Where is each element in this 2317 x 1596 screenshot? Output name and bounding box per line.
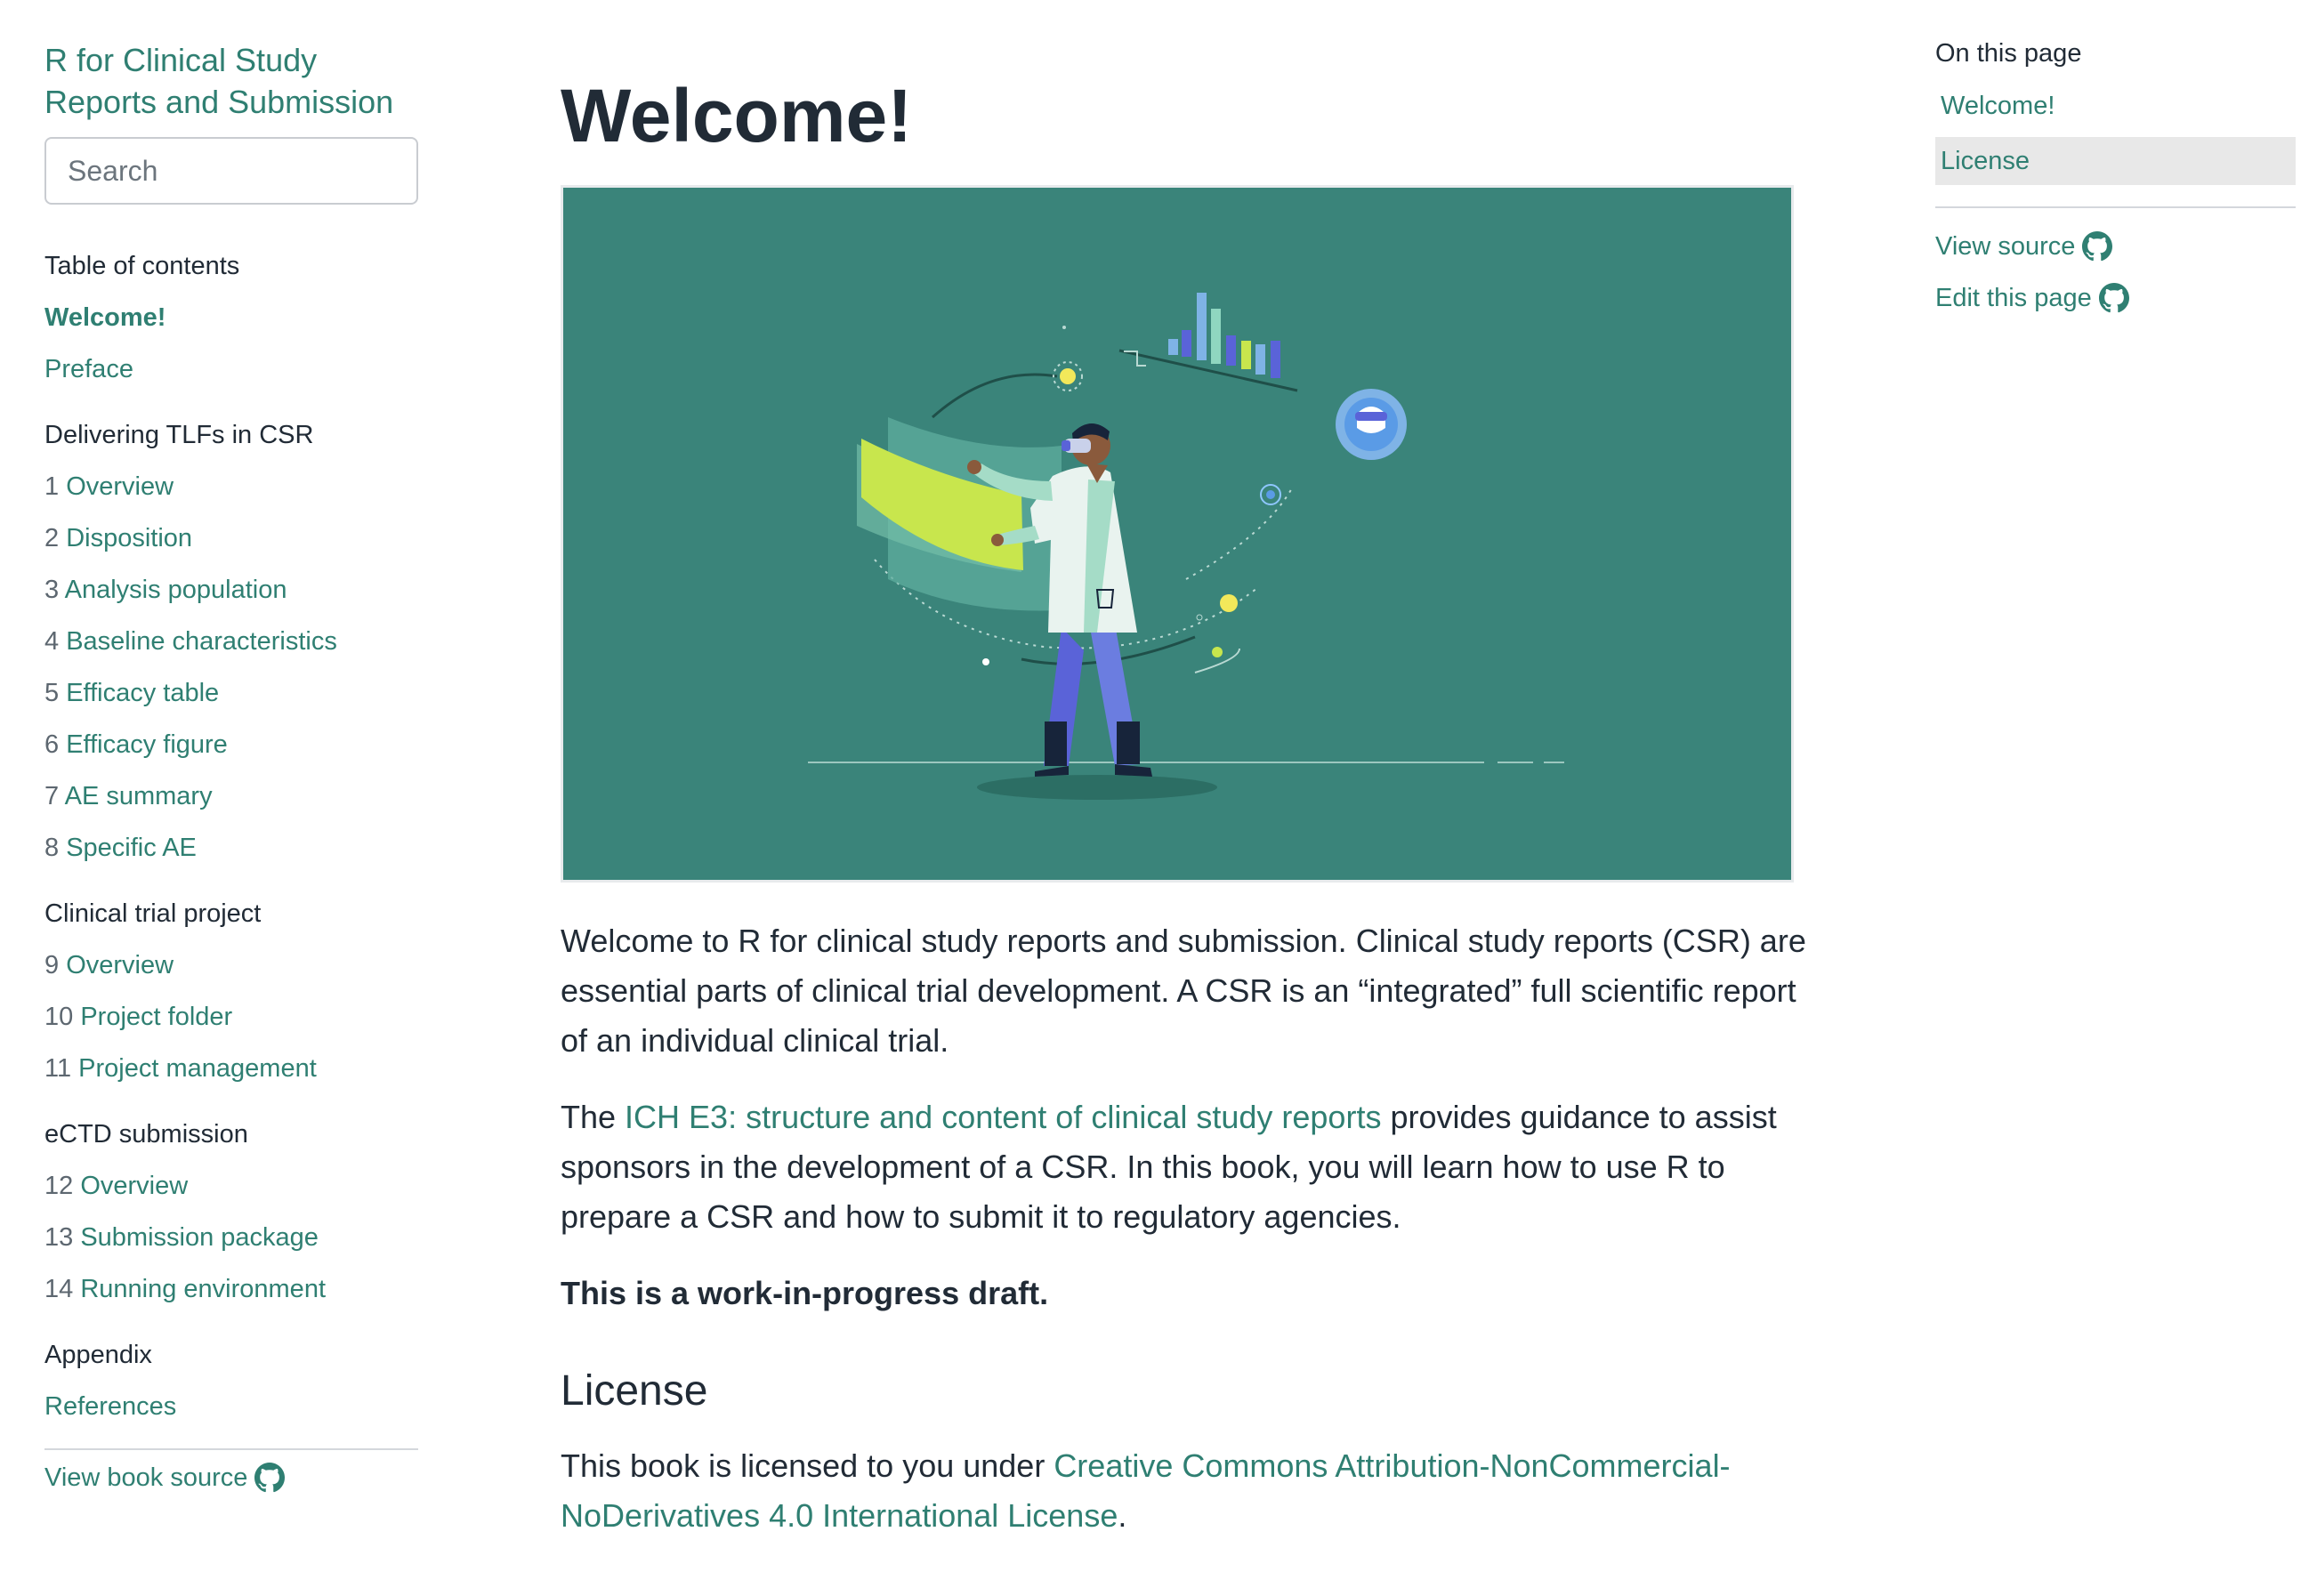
chapter-label: Efficacy table — [66, 679, 220, 707]
github-icon — [254, 1463, 286, 1493]
chapter-label: Specific AE — [66, 834, 197, 862]
toc-item-chapter-3[interactable]: 3 Analysis population — [44, 564, 418, 616]
on-this-page-divider — [1935, 206, 2296, 208]
toc-item-chapter-12[interactable]: 12 Overview — [44, 1160, 418, 1212]
toc-part-heading: Appendix — [44, 1341, 152, 1369]
chapter-label: Project management — [78, 1054, 317, 1083]
chapter-label: Analysis population — [64, 576, 287, 604]
toc-item-chapter-13[interactable]: 13 Submission package — [44, 1212, 418, 1263]
page-title: Welcome! — [561, 74, 913, 157]
edit-page-link[interactable]: Edit this page — [1935, 272, 2296, 324]
toc-item-chapter-14[interactable]: 14 Running environment — [44, 1263, 418, 1315]
chapter-number: 11 — [44, 1054, 72, 1083]
hero-illustration — [561, 185, 1794, 883]
ich-text-before: The — [561, 1099, 626, 1135]
chapter-number: 6 — [44, 730, 60, 759]
on-this-page: On this page Welcome! License View sourc… — [1935, 32, 2296, 324]
toc-item-chapter-1[interactable]: 1 Overview — [44, 461, 418, 512]
book-title-link[interactable]: R for Clinical Study Reports and Submiss… — [44, 39, 418, 123]
toc-heading: Table of contents — [44, 252, 240, 280]
license-heading: License — [561, 1367, 708, 1415]
chapter-number: 8 — [44, 834, 60, 862]
chapter-label: Baseline characteristics — [66, 627, 337, 656]
sidebar-divider — [44, 1448, 418, 1450]
toc-item-welcome[interactable]: Welcome! — [44, 292, 418, 343]
chapter-label: Project folder — [80, 1003, 233, 1031]
chapter-number: 10 — [44, 1003, 74, 1031]
chapter-number: 9 — [44, 951, 60, 979]
toc-item-chapter-8[interactable]: 8 Specific AE — [44, 822, 418, 874]
github-icon — [2082, 231, 2113, 262]
license-text-after: . — [1118, 1497, 1127, 1534]
chapter-number: 4 — [44, 627, 60, 656]
toc-part-heading: Delivering TLFs in CSR — [44, 421, 314, 449]
sidebar: R for Clinical Study Reports and Submiss… — [44, 39, 418, 1493]
ich-paragraph: The ICH E3: structure and content of cli… — [561, 1092, 1806, 1242]
chapter-label: Overview — [66, 472, 174, 501]
chapter-label: Disposition — [66, 524, 193, 552]
toc-item-chapter-11[interactable]: 11 Project management — [44, 1043, 418, 1094]
toc-item-preface[interactable]: Preface — [44, 343, 418, 395]
chapter-label: Submission package — [80, 1223, 319, 1252]
license-paragraph: This book is licensed to you under Creat… — [561, 1441, 1806, 1541]
toc-item-chapter-10[interactable]: 10 Project folder — [44, 991, 418, 1043]
license-text-before: This book is licensed to you under — [561, 1447, 1054, 1484]
chapter-label: Overview — [80, 1172, 189, 1200]
view-book-source-label: View book source — [44, 1463, 248, 1492]
chapter-number: 1 — [44, 472, 60, 501]
toc-item-chapter-2[interactable]: 2 Disposition — [44, 512, 418, 564]
chapter-label: Efficacy figure — [66, 730, 228, 759]
chapter-number: 12 — [44, 1172, 74, 1200]
table-of-contents: Table of contents Welcome! Preface Deliv… — [44, 240, 418, 1432]
chapter-number: 14 — [44, 1275, 74, 1303]
chapter-label: AE summary — [64, 782, 213, 810]
toc-item-chapter-4[interactable]: 4 Baseline characteristics — [44, 616, 418, 667]
chapter-label: Overview — [66, 951, 174, 979]
toc-part-heading: eCTD submission — [44, 1120, 248, 1149]
edit-page-label: Edit this page — [1935, 284, 2092, 312]
main-content: Welcome! Welcome to R for clinical study… — [561, 62, 1806, 1541]
toc-item-chapter-5[interactable]: 5 Efficacy table — [44, 667, 418, 719]
on-this-page-title: On this page — [1935, 39, 2082, 68]
on-this-page-license[interactable]: License — [1935, 137, 2296, 185]
ich-e3-link[interactable]: ICH E3: structure and content of clinica… — [625, 1099, 1381, 1135]
chapter-number: 13 — [44, 1223, 74, 1252]
chapter-number: 2 — [44, 524, 60, 552]
draft-note: This is a work-in-progress draft. — [561, 1275, 1049, 1311]
chapter-label: Running environment — [80, 1275, 326, 1303]
toc-part-heading: Clinical trial project — [44, 899, 262, 928]
github-icon — [2098, 283, 2129, 313]
chapter-number: 5 — [44, 679, 60, 707]
intro-paragraph: Welcome to R for clinical study reports … — [561, 923, 1806, 1059]
on-this-page-welcome[interactable]: Welcome! — [1935, 82, 2296, 130]
scientist-vr-illustration — [563, 188, 1791, 880]
toc-item-chapter-9[interactable]: 9 Overview — [44, 939, 418, 991]
toc-item-chapter-6[interactable]: 6 Efficacy figure — [44, 719, 418, 770]
toc-item-chapter-7[interactable]: 7 AE summary — [44, 770, 418, 822]
view-source-link[interactable]: View source — [1935, 221, 2296, 272]
search-input[interactable] — [44, 137, 418, 205]
chapter-number: 3 — [44, 576, 60, 604]
chapter-number: 7 — [44, 782, 60, 810]
view-source-label: View source — [1935, 232, 2076, 261]
toc-item-references[interactable]: References — [44, 1381, 418, 1432]
page: R for Clinical Study Reports and Submiss… — [0, 0, 2317, 1596]
view-book-source-link[interactable]: View book source — [44, 1463, 418, 1493]
